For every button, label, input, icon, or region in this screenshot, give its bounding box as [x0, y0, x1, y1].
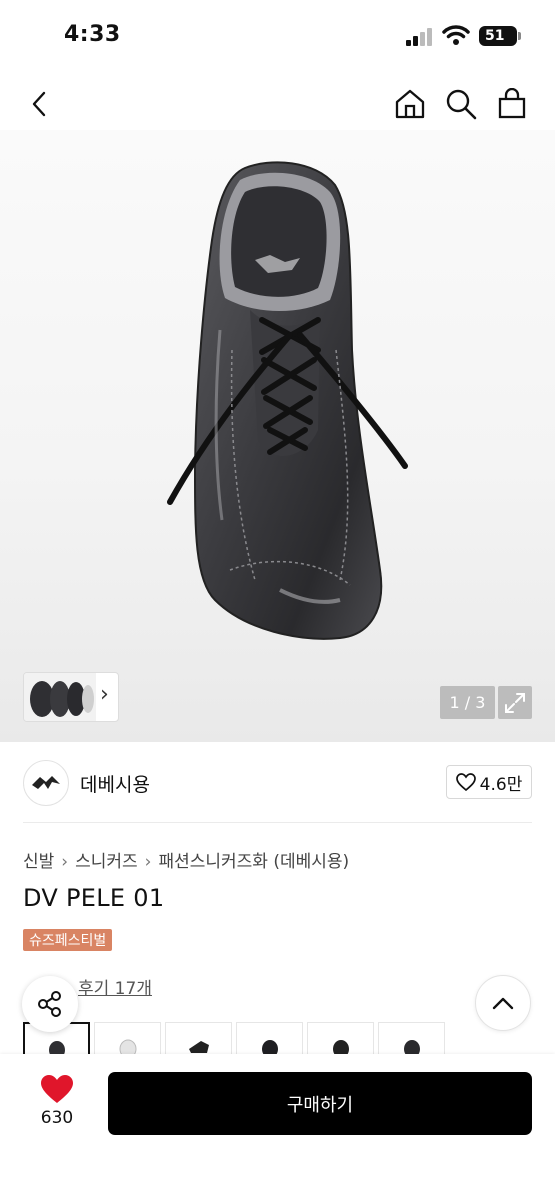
search-icon	[446, 89, 477, 120]
shoe-thumbnail	[188, 1041, 209, 1053]
color-options	[23, 1022, 445, 1068]
shoe-thumbnail	[403, 1040, 420, 1055]
battery-level: 51	[485, 28, 505, 44]
expand-icon	[505, 692, 525, 713]
search-button[interactable]	[441, 84, 481, 124]
thumbnail-image	[24, 673, 96, 721]
heart-outline-icon	[455, 773, 476, 791]
gallery-thumbnails[interactable]: ›	[23, 672, 119, 722]
product-title: DV PELE 01	[23, 884, 165, 912]
shoe-thumbnail	[119, 1039, 136, 1055]
shoe-image	[167, 161, 408, 640]
status-time: 4:33	[64, 22, 121, 47]
like-count: 630	[40, 1108, 74, 1128]
shoe-thumbnail	[261, 1040, 278, 1055]
chevron-right-icon: ›	[61, 852, 69, 872]
heart-filled-icon[interactable]	[40, 1074, 74, 1104]
scroll-top-button[interactable]	[475, 975, 531, 1031]
shoe-thumbnail	[332, 1040, 349, 1055]
product-image[interactable]	[0, 130, 555, 742]
expand-button[interactable]	[498, 686, 532, 719]
thumbnail-next-arrow[interactable]: ›	[100, 682, 109, 707]
breadcrumb-item[interactable]: 스니커즈	[75, 852, 138, 872]
share-icon	[38, 991, 61, 1017]
shopping-bag-icon	[498, 88, 526, 119]
chevron-up-icon	[492, 997, 514, 1010]
breadcrumb-item[interactable]: 신발	[23, 852, 54, 872]
image-counter: 1 / 3	[440, 686, 495, 719]
battery-indicator: 51	[479, 26, 521, 46]
brand-like-button[interactable]: 4.6만	[446, 765, 532, 799]
brand-logo[interactable]	[23, 760, 69, 806]
back-button[interactable]	[20, 84, 60, 124]
share-button[interactable]	[22, 976, 78, 1032]
breadcrumb-item[interactable]: 패션스니커즈화 (데베시용)	[158, 852, 349, 872]
breadcrumb: 신발 › 스니커즈 › 패션스니커즈화 (데베시용)	[23, 847, 349, 872]
brand-name[interactable]: 데베시용	[80, 770, 150, 797]
wifi-icon	[442, 25, 470, 45]
cellular-signal-icon	[406, 28, 432, 46]
shoe-thumbnail	[48, 1041, 65, 1056]
home-icon	[395, 89, 425, 119]
home-button[interactable]	[390, 84, 430, 124]
bird-logo-icon	[32, 776, 60, 789]
chevron-left-icon	[32, 91, 46, 117]
cart-button[interactable]	[492, 84, 532, 124]
divider	[23, 822, 532, 823]
buy-button[interactable]: 구매하기	[108, 1072, 532, 1135]
review-link[interactable]: 후기 17개	[78, 974, 152, 999]
brand-like-count: 4.6만	[479, 774, 523, 795]
chevron-right-icon: ›	[144, 852, 152, 872]
promo-tag[interactable]: 슈즈페스티벌	[23, 929, 113, 951]
